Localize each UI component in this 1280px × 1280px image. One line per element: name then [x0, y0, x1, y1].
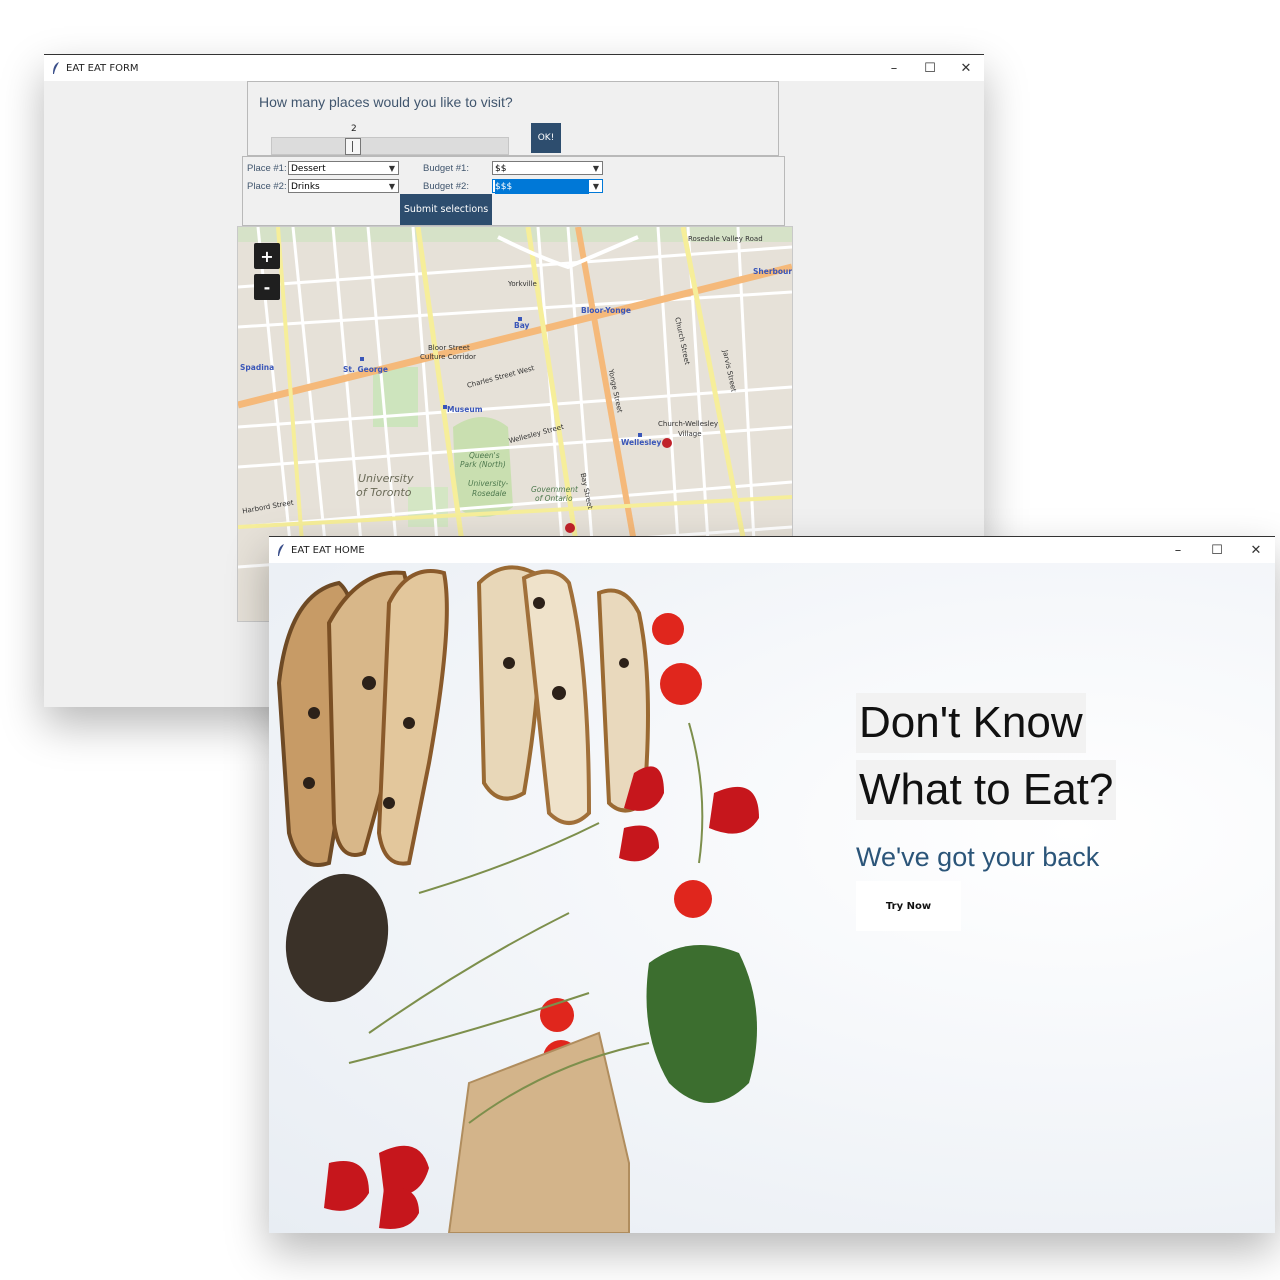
- form-titlebar[interactable]: EAT EAT FORM: [44, 55, 984, 81]
- place1-label: Place #1:: [247, 163, 287, 174]
- map-label: St. George: [343, 365, 388, 374]
- map-label: Bloor Street: [428, 344, 470, 352]
- close-icon[interactable]: ✕: [1238, 537, 1274, 563]
- headline-line1: Don't Know: [856, 693, 1086, 753]
- visit-count-panel: How many places would you like to visit?…: [247, 81, 779, 156]
- dropdown-arrow-icon[interactable]: ▼: [593, 180, 599, 194]
- budget1-select[interactable]: $$ ▼: [492, 161, 603, 175]
- map-label: Church-Wellesley: [658, 420, 719, 428]
- minimize-icon[interactable]: –: [876, 55, 912, 81]
- map-label: of Ontario: [535, 494, 573, 503]
- slider-value: 2: [351, 124, 357, 134]
- slider-handle[interactable]: [345, 138, 361, 155]
- map-label: Bloor-Yonge: [581, 306, 631, 315]
- dropdown-arrow-icon[interactable]: ▼: [593, 162, 599, 176]
- budget2-value: $$$: [495, 180, 589, 194]
- place1-select[interactable]: Dessert ▼: [288, 161, 399, 175]
- map-label: Wellesley: [621, 438, 662, 447]
- map-label: Spadina: [240, 363, 275, 372]
- map-label: University-: [468, 479, 509, 488]
- zoom-out-button[interactable]: -: [254, 274, 280, 300]
- place1-value: Dessert: [291, 164, 326, 174]
- place2-value: Drinks: [291, 182, 320, 192]
- map-label: Rosedale: [472, 489, 507, 498]
- minimize-icon[interactable]: –: [1160, 537, 1196, 563]
- zoom-in-button[interactable]: +: [254, 243, 280, 269]
- place2-select[interactable]: Drinks ▼: [288, 179, 399, 193]
- places-slider[interactable]: [271, 137, 509, 155]
- close-icon[interactable]: ✕: [948, 55, 984, 81]
- feather-icon: [278, 544, 284, 556]
- budget1-label: Budget #1:: [423, 163, 469, 174]
- dropdown-arrow-icon[interactable]: ▼: [389, 162, 395, 176]
- map-label: Museum: [447, 405, 483, 414]
- budget2-label: Budget #2:: [423, 181, 469, 192]
- budget2-select[interactable]: $$$ ▼: [492, 179, 603, 194]
- map-label: Yorkville: [508, 280, 537, 288]
- dropdown-arrow-icon[interactable]: ▼: [389, 180, 395, 194]
- visit-question: How many places would you like to visit?: [259, 94, 513, 110]
- home-titlebar[interactable]: EAT EAT HOME: [269, 537, 1275, 563]
- map-label: Park (North): [460, 460, 506, 469]
- maximize-icon[interactable]: ☐: [1199, 537, 1235, 563]
- map-label: Bay: [514, 321, 530, 330]
- map-label: Queen's: [469, 451, 500, 460]
- home-window: EAT EAT HOME – ☐ ✕ Don't Know What to Ea…: [269, 536, 1275, 1233]
- map-label: Rosedale Valley Road: [688, 235, 763, 243]
- food-photo: [276, 565, 759, 1233]
- map-label: Village: [678, 430, 702, 438]
- hero-area: Don't Know What to Eat? We've got your b…: [269, 563, 1275, 1233]
- home-window-title: EAT EAT HOME: [291, 544, 365, 556]
- selections-panel: Place #1: Dessert ▼ Place #2: Drinks ▼ B…: [242, 156, 785, 226]
- place2-label: Place #2:: [247, 181, 287, 192]
- map-label: University: [358, 472, 414, 485]
- map-label: Government: [531, 485, 578, 494]
- maximize-icon[interactable]: ☐: [912, 55, 948, 81]
- headline-line2: What to Eat?: [856, 760, 1117, 820]
- feather-icon: [53, 62, 59, 74]
- map-label: Culture Corridor: [420, 353, 477, 361]
- submit-selections-button[interactable]: Submit selections: [400, 194, 492, 225]
- subheadline: We've got your back: [856, 842, 1100, 872]
- try-now-button[interactable]: Try Now: [856, 881, 961, 931]
- map-label: of Toronto: [356, 486, 412, 499]
- budget1-value: $$: [495, 164, 507, 174]
- ok-button[interactable]: OK!: [531, 123, 561, 153]
- form-window-title: EAT EAT FORM: [66, 62, 139, 74]
- map-label: Sherbourne: [753, 267, 793, 276]
